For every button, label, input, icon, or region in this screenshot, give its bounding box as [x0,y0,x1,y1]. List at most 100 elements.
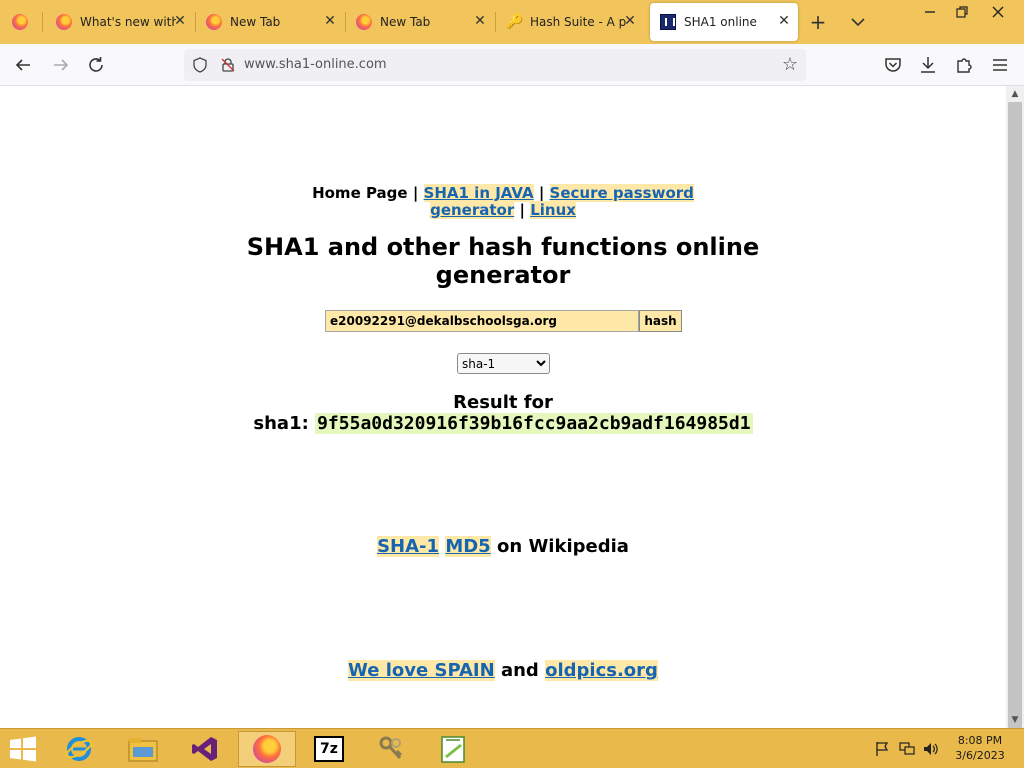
nav-separator: | [538,184,545,202]
scrollbar-thumb[interactable] [1008,102,1022,730]
nav-separator: | [519,201,525,219]
close-icon[interactable]: ✕ [172,13,188,29]
navigation-toolbar: www.sha1-online.com ☆ [0,44,1024,86]
wikipedia-suffix: on Wikipedia [497,536,629,557]
clock-time: 8:08 PM [957,734,1003,747]
scroll-up-arrow-icon[interactable]: ▲ [1006,86,1024,102]
address-bar[interactable]: www.sha1-online.com ☆ [184,49,806,81]
hash-button[interactable]: hash [639,310,682,332]
tab-new-tab-1[interactable]: New Tab ✕ [196,3,344,41]
close-icon[interactable]: ✕ [776,13,792,29]
forward-arrow-icon [54,59,69,71]
md5-wikipedia-link[interactable]: MD5 [445,536,491,557]
taskbar-visual-studio[interactable] [176,731,234,767]
tab-new-tab-2[interactable]: New Tab ✕ [346,3,494,41]
network-monitor-icon [899,742,915,755]
restore-button[interactable] [952,2,972,22]
clock-date: 3/6/2023 [955,749,1005,762]
back-button[interactable] [12,54,34,76]
file-explorer-icon [128,738,158,762]
bookmark-star-icon[interactable]: ☆ [782,55,798,75]
tab-label: Hash Suite - A pr [530,15,626,29]
extensions-button[interactable] [953,54,975,76]
top-navigation: Home Page | SHA1 in JAVA | Secure passwo… [300,184,706,219]
close-icon[interactable]: ✕ [322,13,338,29]
notepadpp-icon [441,736,465,763]
shield-icon[interactable] [192,57,208,73]
we-love-spain-link[interactable]: We love SPAIN [348,660,495,681]
taskbar-clock[interactable]: 8:08 PM 3/6/2023 [950,733,1010,763]
wikipedia-links: SHA-1 MD5 on Wikipedia [300,536,706,557]
firefox-icon [56,14,72,30]
scroll-down-arrow-icon[interactable]: ▼ [1006,712,1024,728]
taskbar-7zip[interactable]: 7z [300,731,358,767]
tab-separator [42,12,43,32]
tab-label: New Tab [380,15,431,29]
7zip-icon: 7z [314,736,344,762]
pocket-icon [885,58,901,72]
taskbar-firefox[interactable] [238,731,296,767]
speaker-icon [924,743,938,755]
download-icon [921,57,935,73]
taskbar-file-explorer[interactable] [114,731,172,767]
result-label: Result for [453,392,553,413]
tab-whats-new[interactable]: What's new with F ✕ [46,3,194,41]
key-icon: 🔑 [506,14,524,30]
taskbar-notepad-plus-plus[interactable] [424,731,482,767]
close-window-button[interactable] [988,2,1008,22]
sha1-in-java-link[interactable]: SHA1 in JAVA [423,184,534,202]
hamburger-menu-icon [993,59,1007,71]
close-icon[interactable]: ✕ [472,13,488,29]
new-tab-button[interactable]: + [808,12,828,32]
downloads-button[interactable] [917,54,939,76]
tab-sha1-online[interactable]: SHA1 online ✕ [650,3,798,41]
nav-separator: | [412,184,419,202]
vertical-scrollbar[interactable]: ▲ ▼ [1006,86,1024,730]
windows-taskbar: 7z 8:08 PM 3/6/2023 [0,728,1024,768]
chevron-down-icon [851,18,865,27]
firefox-icon [356,14,372,30]
tab-label: What's new with F [80,15,176,29]
tab-label: SHA1 online [684,15,757,29]
firefox-icon [253,735,281,763]
firefox-icon [206,14,222,30]
tab-label: New Tab [230,15,281,29]
page-content: Home Page | SHA1 in JAVA | Secure passwo… [0,86,1006,728]
algorithm-select[interactable]: sha-1 [457,353,550,374]
hash-text-input[interactable] [325,310,639,332]
forward-button[interactable] [50,54,72,76]
volume-icon[interactable] [922,741,938,757]
oldpics-link[interactable]: oldpics.org [545,660,658,681]
reload-button[interactable] [85,54,107,76]
linux-link[interactable]: Linux [530,201,576,219]
taskbar-hash-suite[interactable] [362,731,420,767]
windows-logo-icon [10,736,36,762]
tab-hash-suite[interactable]: 🔑 Hash Suite - A pr ✕ [496,3,644,41]
result-hash-value: 9f55a0d320916f39b16fcc9aa2cb9adf164985d1 [315,413,753,434]
minimize-button[interactable] [920,2,940,22]
tab-pinned-firefox[interactable] [0,0,42,44]
puzzle-icon [957,58,972,73]
page-title: SHA1 and other hash functions online gen… [246,233,760,289]
result-line: sha1: 9f55a0d320916f39b16fcc9aa2cb9adf16… [200,413,806,434]
footer-links: We love SPAIN and oldpics.org [300,660,706,681]
taskbar-internet-explorer[interactable] [50,731,108,767]
close-icon [992,6,1004,18]
reload-icon [89,57,103,72]
sha1-wikipedia-link[interactable]: SHA-1 [377,536,440,557]
minimize-icon [925,11,935,13]
and-text: and [500,660,539,681]
tab-strip: What's new with F ✕ New Tab ✕ New Tab ✕ … [0,0,1024,44]
visual-studio-icon [192,737,217,761]
internet-explorer-icon [65,737,93,761]
close-icon[interactable]: ✕ [622,13,638,29]
network-icon[interactable] [898,741,916,757]
url-text[interactable]: www.sha1-online.com [244,57,387,72]
menu-button[interactable] [989,54,1011,76]
pocket-button[interactable] [882,54,904,76]
insecure-lock-icon[interactable] [220,57,236,73]
list-all-tabs-button[interactable] [848,12,868,32]
start-button[interactable] [8,736,38,762]
hash-suite-icon [379,736,403,760]
action-center-flag-icon[interactable] [874,741,890,757]
